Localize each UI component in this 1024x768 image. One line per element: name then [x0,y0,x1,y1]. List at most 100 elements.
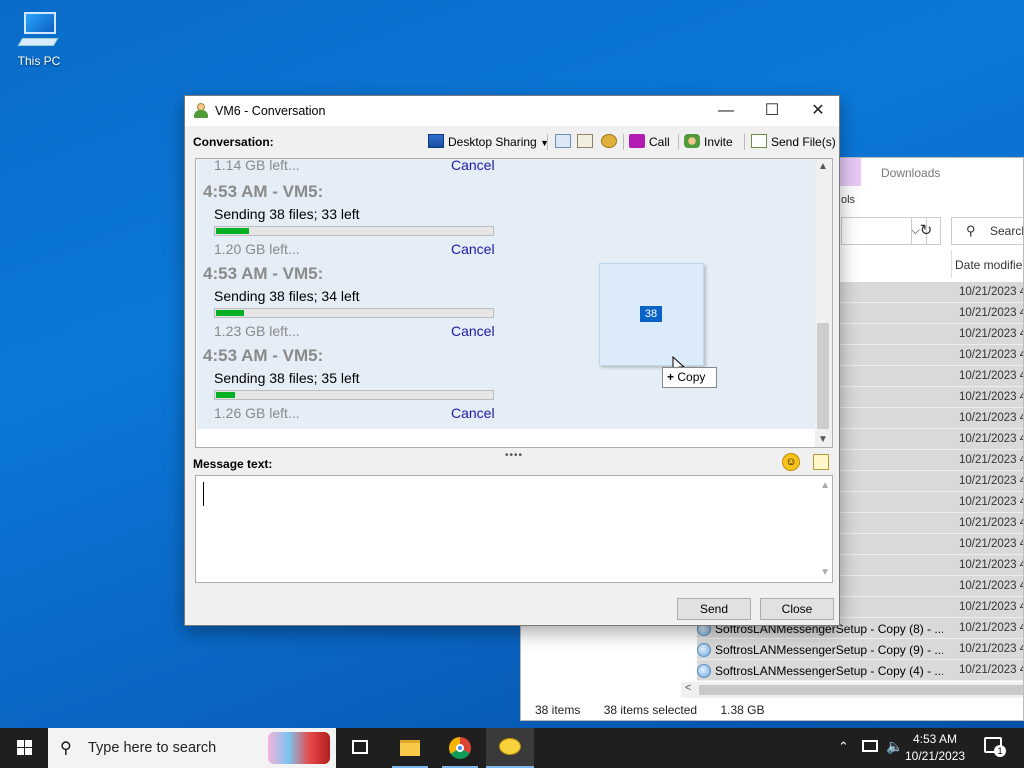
gear-icon [601,134,617,148]
conversation-scrollbar[interactable]: ▲ ▼ [815,159,832,447]
explorer-search-placeholder: Search [990,224,1023,238]
conversation-window[interactable]: VM6 - Conversation — ☐ ✕ Conversation: D… [184,95,840,626]
call-button[interactable]: Call [629,132,670,152]
messenger-user-icon [194,103,208,119]
file-date: 10/21/2023 4 [959,391,1024,403]
volume-muted-icon[interactable]: 🔈 [886,738,903,768]
data-left-text: 1.20 GB left... [214,241,300,257]
file-date: 10/21/2023 4 [959,328,1024,340]
message-header: 4:53 AM - VM5: [203,346,324,365]
format-note-button[interactable] [813,454,829,470]
minimize-button[interactable]: — [703,96,749,126]
conversation-history[interactable]: 1.14 GB left... Cancel 4:53 AM - VM5: Sen… [195,158,833,448]
file-date: 10/21/2023 4 [959,601,1024,613]
title-bar[interactable]: VM6 - Conversation — ☐ ✕ [185,96,839,126]
desktop-icon-this-pc[interactable]: This PC [10,8,68,68]
horizontal-scrollbar[interactable]: < [681,682,1023,698]
conversation-toolbar: Conversation: Desktop Sharing ▼ Call Inv… [185,128,839,154]
transfer-message: 4:53 AM - VM5: Sending 38 files; 35 left 1… [203,346,503,423]
message-text-label: Message text: [193,457,273,471]
explorer-search-input[interactable]: ⚲ Search [951,217,1023,245]
message-header: 4:53 AM - VM5: [203,182,324,201]
file-date: 10/21/2023 4 [959,454,1024,466]
call-label: Call [649,135,670,149]
cancel-transfer-link[interactable]: Cancel [451,405,495,421]
scroll-up-icon[interactable]: ▲ [820,480,830,491]
desktop-sharing-button[interactable]: Desktop Sharing ▼ [428,132,549,152]
scroll-up-icon[interactable]: ▲ [818,161,828,172]
settings-button[interactable] [601,132,621,152]
scrollbar-thumb[interactable] [817,323,829,429]
message-input[interactable]: ▲ ▼ [195,475,833,583]
invite-button[interactable]: Invite [684,132,733,152]
splitter-grip[interactable]: •••• [505,450,523,461]
invite-label: Invite [704,135,733,149]
file-row[interactable]: SoftrosLANMessengerSetup - Copy (4) - ..… [697,660,1024,681]
desktop-sharing-label: Desktop Sharing [448,135,537,149]
ribbon-tab-highlight[interactable] [839,158,861,186]
message-text: Sending 38 files; 34 left [214,288,360,304]
taskbar-search-placeholder: Type here to search [88,740,217,756]
computer-icon [17,8,60,50]
close-button[interactable]: Close [760,598,834,620]
file-date: 10/21/2023 4 [959,559,1024,571]
file-date: 10/21/2023 4 [959,475,1024,487]
refresh-button[interactable]: ↻ [911,217,941,245]
network-icon[interactable] [862,738,878,768]
status-selected-count: 38 items selected [603,703,698,717]
scroll-left-icon[interactable]: < [685,682,691,694]
data-left-text: 1.14 GB left... [214,158,300,173]
send-button[interactable]: Send [677,598,751,620]
data-left-text: 1.23 GB left... [214,323,300,339]
ribbon-partial-label[interactable]: ols [841,194,855,206]
clock-time: 4:53 AM [912,732,958,746]
chrome-taskbar-button[interactable] [436,728,484,768]
scroll-down-icon[interactable]: ▼ [818,434,828,445]
drag-preview: 38 [599,263,704,366]
setup-file-icon [697,643,711,657]
cancel-transfer-link[interactable]: Cancel [451,159,495,173]
maximize-button[interactable]: ☐ [749,96,795,126]
task-view-button[interactable] [336,728,384,768]
toolbar-separator [678,134,679,150]
notification-center-button[interactable]: 1 [984,737,1006,768]
taskbar-clock[interactable]: 4:53 AM 10/21/2023 [905,731,965,765]
emoticon-button[interactable]: ☺ [782,453,800,471]
cancel-transfer-link[interactable]: Cancel [451,241,495,257]
message-footer: 1.26 GB left... Cancel [214,405,503,423]
send-file-icon [751,134,767,148]
message-text: Sending 38 files; 33 left [214,206,360,222]
text-caret [203,482,204,506]
cancel-transfer-link[interactable]: Cancel [451,323,495,339]
file-date: 10/21/2023 4 [959,664,1024,676]
close-window-button[interactable]: ✕ [795,96,841,126]
status-bar: 38 items 38 items selected 1.38 GB [535,703,784,717]
refresh-icon: ↻ [919,222,933,239]
file-explorer-taskbar-button[interactable] [386,728,434,768]
file-name: SoftrosLANMessengerSetup - Copy (9) - ..… [697,643,943,657]
start-button[interactable] [0,728,48,768]
scrollbar-thumb[interactable] [699,685,1023,695]
column-divider[interactable] [951,250,952,278]
plus-icon: + [667,370,675,384]
desktop-icon-label: This PC [17,54,61,68]
contacts-info-button[interactable] [577,132,597,152]
setup-file-icon [697,664,711,678]
file-date: 10/21/2023 4 [959,286,1024,298]
message-footer: 1.23 GB left... Cancel [214,323,503,341]
transfer-progress-bar [214,390,494,400]
folder-icon [400,740,420,756]
message-partial: 1.14 GB left... Cancel [203,158,503,175]
show-hidden-icons-button[interactable]: ⌃ [838,739,849,768]
scroll-down-icon[interactable]: ▼ [820,567,830,578]
message-text: Sending 38 files; 35 left [214,370,360,386]
send-files-button[interactable]: Send File(s) [751,132,836,152]
column-header-date-modified[interactable]: Date modifie [955,258,1022,272]
copy-tooltip-label: Copy [677,370,706,384]
file-date: 10/21/2023 4 [959,349,1024,361]
messenger-taskbar-button[interactable] [486,728,534,768]
file-row[interactable]: SoftrosLANMessengerSetup - Copy (9) - ..… [697,639,1023,660]
status-selected-size: 1.38 GB [720,703,765,717]
history-button[interactable] [555,132,575,152]
taskbar-search-input[interactable]: ⚲ Type here to search [48,728,336,768]
